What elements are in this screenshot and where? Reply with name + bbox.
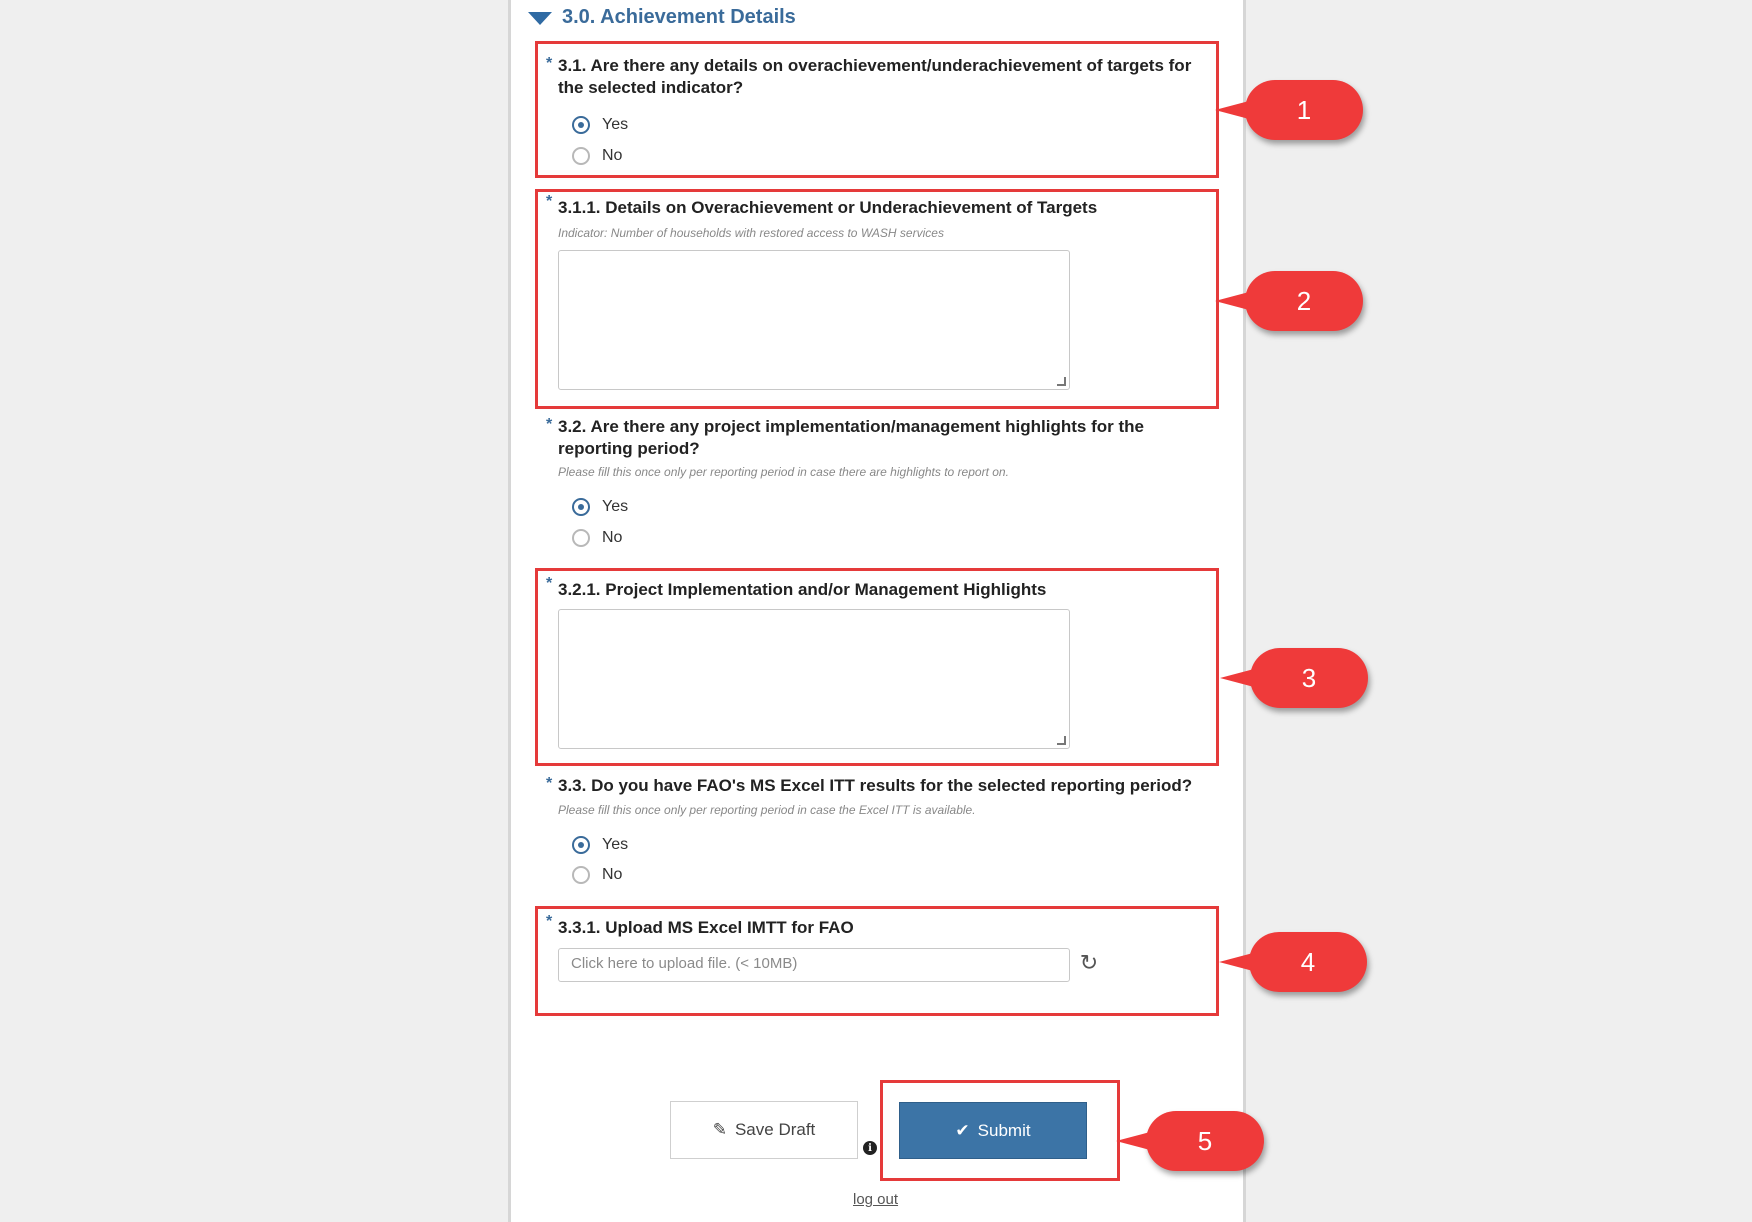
highlight-box-4 xyxy=(535,906,1219,1016)
highlight-box-3 xyxy=(535,568,1219,766)
radio-yes-label: Yes xyxy=(602,836,629,853)
info-icon[interactable]: i xyxy=(863,1141,877,1155)
radio-checked-icon[interactable] xyxy=(572,836,590,854)
section-title: 3.0. Achievement Details xyxy=(562,5,796,28)
highlight-box-1 xyxy=(535,41,1219,178)
radio-unchecked-icon[interactable] xyxy=(572,529,590,547)
highlight-box-2 xyxy=(535,189,1219,409)
question-3-3-hint: Please fill this once only per reporting… xyxy=(558,803,976,817)
required-marker: * xyxy=(546,775,553,792)
save-draft-button[interactable]: ✎ Save Draft xyxy=(670,1101,858,1159)
callout-3: 3 xyxy=(1220,648,1368,708)
radio-no-label: No xyxy=(602,529,623,546)
required-marker: * xyxy=(546,416,553,433)
radio-3-3-yes[interactable]: Yes xyxy=(572,836,628,854)
logout-link[interactable]: log out xyxy=(853,1191,898,1208)
radio-3-3-no[interactable]: No xyxy=(572,866,622,884)
highlight-box-5 xyxy=(880,1080,1120,1181)
radio-unchecked-icon[interactable] xyxy=(572,866,590,884)
question-3-2-hint: Please fill this once only per reporting… xyxy=(558,465,1009,479)
pencil-icon: ✎ xyxy=(712,1120,727,1139)
radio-no-label: No xyxy=(602,866,623,883)
save-draft-label: Save Draft xyxy=(734,1120,816,1139)
radio-checked-icon[interactable] xyxy=(572,498,590,516)
question-3-2-label: 3.2. Are there any project implementatio… xyxy=(558,417,1144,458)
collapse-caret-icon[interactable] xyxy=(528,11,552,25)
radio-yes-label: Yes xyxy=(602,498,629,515)
callout-5: 5 xyxy=(1116,1111,1264,1171)
callout-4: 4 xyxy=(1219,932,1367,992)
section-header[interactable]: 3.0. Achievement Details xyxy=(528,2,796,32)
radio-3-2-yes[interactable]: Yes xyxy=(572,498,628,516)
callout-1: 1 xyxy=(1215,80,1363,140)
callout-2: 2 xyxy=(1215,271,1363,331)
question-3-3-label: 3.3. Do you have FAO's MS Excel ITT resu… xyxy=(558,776,1193,795)
radio-3-2-no[interactable]: No xyxy=(572,529,622,547)
